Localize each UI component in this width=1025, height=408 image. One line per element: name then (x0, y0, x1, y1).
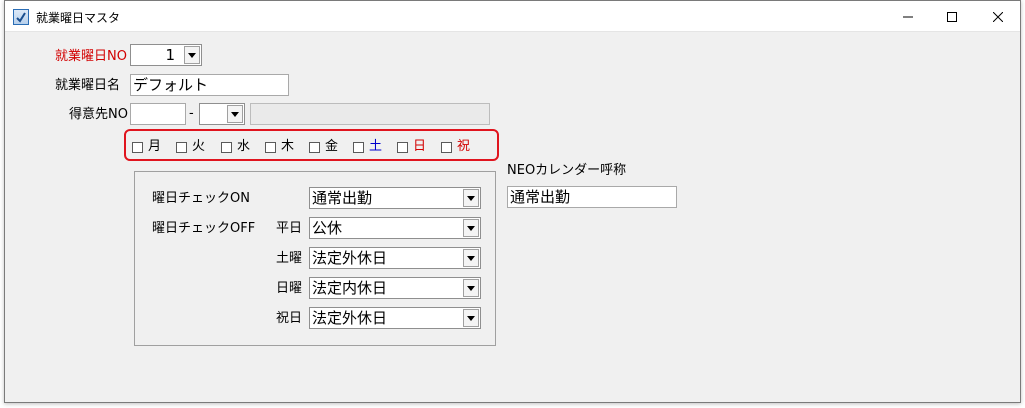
sunday-label: 日曜 (276, 281, 303, 296)
sunday-combo[interactable]: 法定内休日 (309, 277, 481, 299)
check-on-label: 曜日チェックON (152, 191, 250, 206)
dropdown-arrow-icon[interactable] (463, 189, 479, 207)
close-button[interactable] (975, 1, 1021, 32)
weekday-label: 水 (237, 139, 251, 154)
check-off-label: 曜日チェックOFF (152, 221, 256, 236)
neo-calendar-label: NEOカレンダー呼称 (507, 163, 627, 178)
weekday-checkbox-sat[interactable]: 土 (353, 140, 382, 154)
work-day-no-combo[interactable]: 1 (130, 44, 202, 66)
minimize-button[interactable] (885, 1, 931, 32)
weekday-label: 平日 (276, 221, 303, 236)
neo-calendar-input[interactable]: 通常出勤 (507, 186, 677, 208)
weekday-combo[interactable]: 公休 (309, 217, 481, 239)
saturday-value: 法定外休日 (312, 249, 388, 267)
weekday-label: 日 (413, 139, 427, 154)
holiday-value: 法定外休日 (312, 309, 388, 327)
dropdown-arrow-icon[interactable] (463, 219, 479, 237)
weekday-checkbox-fri[interactable]: 金 (309, 140, 338, 154)
weekday-checkbox-thu[interactable]: 木 (265, 140, 294, 154)
checkbox-icon[interactable] (132, 141, 143, 153)
checkbox-icon[interactable] (441, 141, 452, 153)
weekday-check-group: 曜日チェックON 通常出勤 曜日チェックOFF 平日 公休 土曜 法定外休日 日… (134, 171, 496, 346)
title-bar: 就業曜日マスタ (5, 1, 1020, 32)
app-window: 就業曜日マスタ 就業曜日NO 1 就業曜日名 デフォルト 得意先NO - 月 火… (4, 0, 1021, 403)
work-day-name-input[interactable]: デフォルト (130, 74, 289, 96)
dropdown-arrow-icon[interactable] (463, 279, 479, 297)
close-icon (993, 11, 1003, 22)
holiday-label: 祝日 (276, 311, 303, 326)
dropdown-arrow-icon[interactable] (227, 105, 243, 123)
checkbox-icon[interactable] (353, 141, 364, 153)
minimize-icon (903, 16, 913, 17)
dropdown-arrow-icon[interactable] (463, 249, 479, 267)
window-title: 就業曜日マスタ (36, 11, 121, 25)
app-icon (13, 9, 29, 25)
sunday-value: 法定内休日 (312, 279, 388, 297)
weekday-checkbox-holiday[interactable]: 祝 (441, 140, 470, 154)
work-day-no-value: 1 (165, 46, 175, 64)
weekday-label: 土 (369, 139, 383, 154)
check-on-value: 通常出勤 (312, 189, 373, 207)
checkbox-icon[interactable] (265, 141, 276, 153)
maximize-button[interactable] (929, 1, 975, 32)
weekday-checkbox-mon[interactable]: 月 (132, 140, 161, 154)
weekday-label: 木 (281, 139, 295, 154)
dropdown-arrow-icon[interactable] (184, 46, 200, 64)
saturday-combo[interactable]: 法定外休日 (309, 247, 481, 269)
weekday-checkbox-sun[interactable]: 日 (397, 140, 426, 154)
customer-branch-combo[interactable] (199, 103, 245, 125)
checkbox-icon[interactable] (176, 141, 187, 153)
weekday-value: 公休 (312, 219, 343, 237)
customer-name-field (250, 103, 490, 125)
weekday-label: 火 (192, 139, 206, 154)
customer-no-input[interactable] (130, 103, 186, 125)
dropdown-arrow-icon[interactable] (463, 309, 479, 327)
saturday-label: 土曜 (276, 251, 303, 266)
checkbox-icon[interactable] (309, 141, 320, 153)
check-on-combo[interactable]: 通常出勤 (309, 187, 481, 209)
checkbox-icon[interactable] (221, 141, 232, 153)
holiday-combo[interactable]: 法定外休日 (309, 307, 481, 329)
checkbox-icon[interactable] (397, 141, 408, 153)
maximize-icon (947, 11, 957, 22)
weekday-checkbox-group: 月 火 水 木 金 土 日 祝 (124, 129, 499, 161)
customer-no-label: 得意先NO (69, 107, 128, 122)
weekday-checkbox-wed[interactable]: 水 (221, 140, 250, 154)
customer-no-dash: - (189, 106, 194, 121)
weekday-label: 金 (325, 139, 339, 154)
work-day-no-label: 就業曜日NO (55, 49, 127, 64)
weekday-checkbox-tue[interactable]: 火 (176, 140, 205, 154)
weekday-label: 月 (148, 139, 162, 154)
work-day-name-label: 就業曜日名 (55, 78, 121, 93)
weekday-label: 祝 (457, 139, 471, 154)
